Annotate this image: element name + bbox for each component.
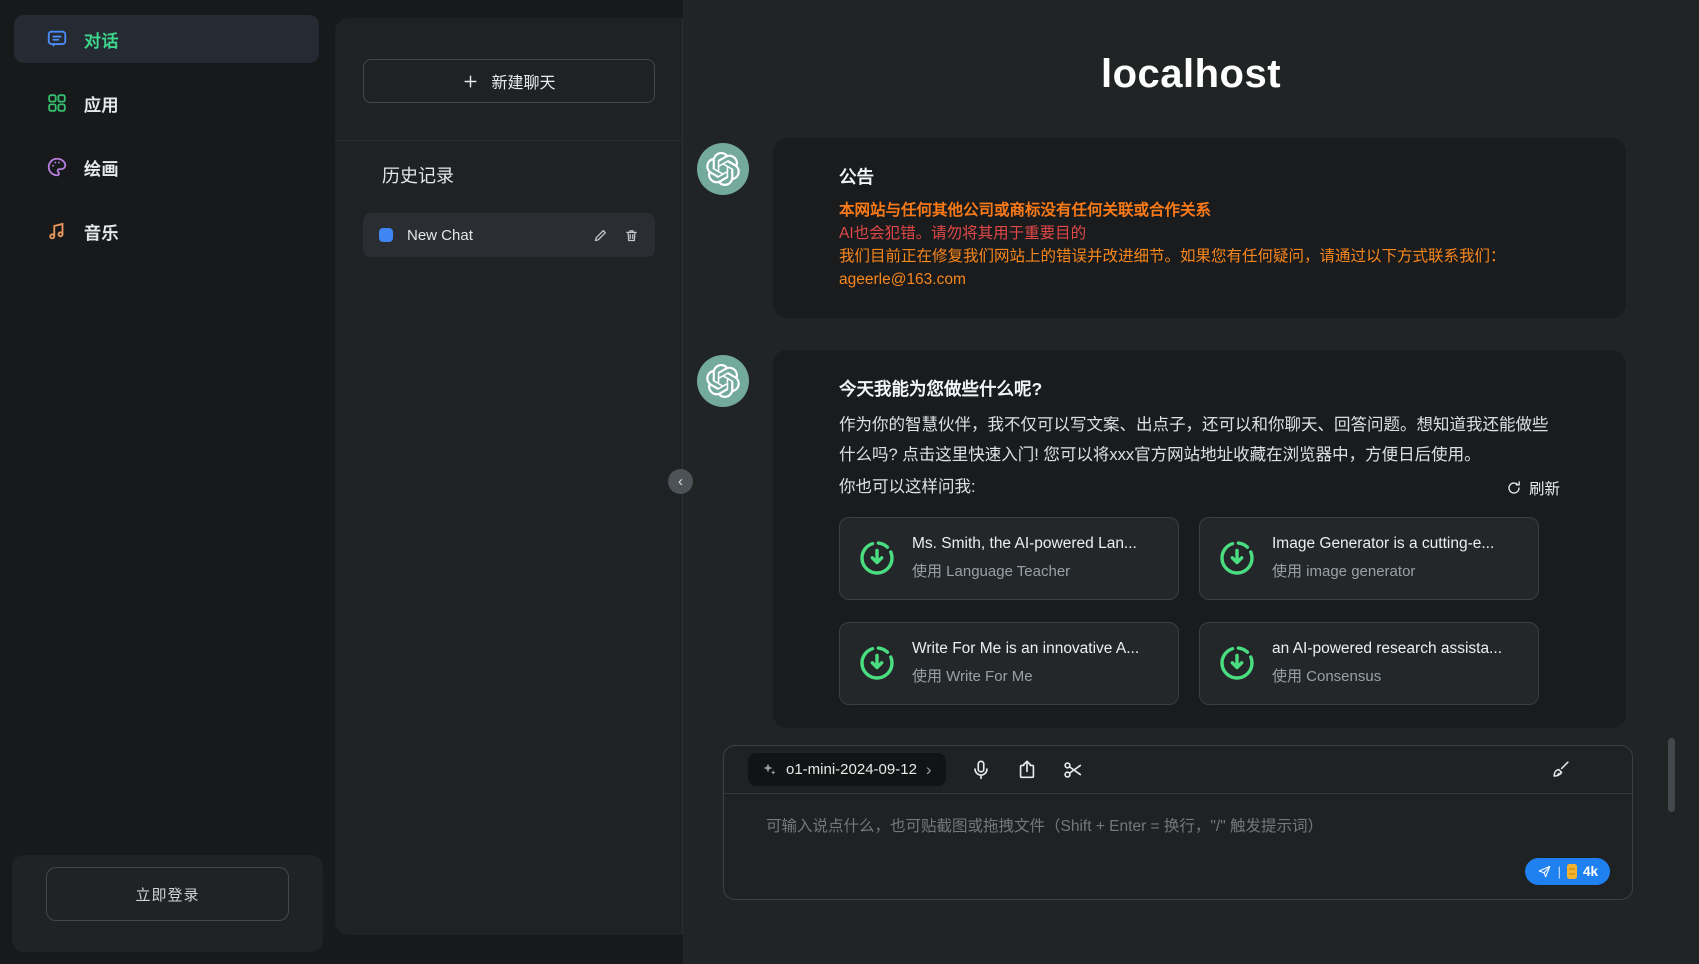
message-bubble: 今天我能为您做些什么呢? 作为你的智慧伙伴，我不仅可以写文案、出点子，还可以和你… — [773, 350, 1626, 728]
sidebar-item-chat[interactable]: 对话 — [14, 15, 319, 63]
suggestion-subtitle: 使用 Language Teacher — [912, 560, 1137, 581]
suggestion-card-text: Image Generator is a cutting-e... 使用 ima… — [1272, 535, 1494, 581]
chat-list-panel: 新建聊天 历史记录 New Chat — [335, 18, 683, 935]
sidebar-item-apps[interactable]: 应用 — [14, 79, 319, 127]
suggestion-subtitle: 使用 image generator — [1272, 560, 1494, 581]
microphone-button[interactable] — [970, 755, 992, 785]
badge-separator: | — [1558, 864, 1561, 879]
composer: o1-mini-2024-09-12 › — [723, 745, 1633, 900]
welcome-heading: 今天我能为您做些什么呢? — [839, 376, 1560, 401]
clear-chat-button[interactable] — [1550, 755, 1572, 785]
scissors-icon — [1062, 759, 1084, 781]
new-chat-button[interactable]: 新建聊天 — [363, 59, 655, 103]
suggestion-title: an AI-powered research assista... — [1272, 640, 1502, 658]
login-button[interactable]: 立即登录 — [46, 867, 289, 921]
token-count: 4k — [1583, 864, 1598, 879]
ask-row: 你也可以这样问我: 刷新 — [839, 473, 1560, 503]
chevron-right-icon: › — [926, 761, 932, 778]
sidebar-item-music[interactable]: 音乐 — [14, 207, 319, 255]
login-panel: 立即登录 — [12, 855, 323, 952]
apps-grid-icon — [46, 92, 68, 114]
notice-heading: 公告 — [839, 164, 1560, 189]
sidebar-item-label: 音乐 — [84, 219, 119, 244]
plugin-download-icon — [1217, 643, 1257, 683]
notice-line: 本网站与任何其他公司或商标没有任何关联或合作关系 — [839, 199, 1560, 222]
sidebar-item-drawing[interactable]: 绘画 — [14, 143, 319, 191]
suggestion-card-text: Ms. Smith, the AI-powered Lan... 使用 Lang… — [912, 535, 1137, 581]
music-note-icon — [46, 220, 68, 242]
edit-icon[interactable] — [593, 228, 608, 243]
notice-line: 我们目前正在修复我们网站上的错误并改进细节。如果您有任何疑问，请通过以下方式联系… — [839, 245, 1560, 268]
chat-bubble-icon — [46, 28, 68, 50]
suggestion-grid: Ms. Smith, the AI-powered Lan... 使用 Lang… — [839, 517, 1560, 705]
plugin-download-icon — [857, 538, 897, 578]
chat-color-swatch — [379, 228, 393, 242]
suggestion-card[interactable]: Ms. Smith, the AI-powered Lan... 使用 Lang… — [839, 517, 1179, 600]
plugin-download-icon — [1217, 538, 1257, 578]
plus-icon — [462, 73, 479, 90]
microphone-icon — [970, 759, 992, 781]
refresh-suggestions-button[interactable]: 刷新 — [1506, 477, 1560, 499]
contact-email-link[interactable]: ageerle@163.com — [839, 268, 1560, 291]
history-item[interactable]: New Chat — [363, 213, 655, 257]
suggestion-title: Image Generator is a cutting-e... — [1272, 535, 1494, 553]
scrollbar-thumb[interactable] — [1668, 738, 1675, 812]
new-chat-label: 新建聊天 — [491, 69, 555, 93]
composer-toolbar: o1-mini-2024-09-12 › — [724, 746, 1632, 794]
composer-body: | 4k — [724, 794, 1632, 899]
message-input[interactable] — [724, 794, 1632, 858]
notice-line: AI也会犯错。请勿将其用于重要目的 — [839, 222, 1560, 245]
welcome-body: 作为你的智慧伙伴，我不仅可以写文案、出点子，还可以和你聊天、回答问题。想知道我还… — [839, 411, 1560, 470]
palette-icon — [46, 156, 68, 178]
ask-hint: 你也可以这样问我: — [839, 473, 976, 503]
openai-logo-icon — [706, 152, 740, 186]
page-title: localhost — [683, 52, 1699, 97]
history-item-title: New Chat — [407, 227, 593, 244]
suggestion-title: Ms. Smith, the AI-powered Lan... — [912, 535, 1137, 553]
model-name: o1-mini-2024-09-12 — [786, 761, 917, 778]
send-button[interactable]: | 4k — [1525, 858, 1610, 885]
openai-logo-icon — [706, 364, 740, 398]
upload-button[interactable] — [1016, 755, 1038, 785]
model-selector[interactable]: o1-mini-2024-09-12 › — [748, 753, 946, 786]
chat-main: localhost 公告 本网站与任何其他公司或商标没有任何关联或合作关系 AI… — [683, 0, 1699, 964]
delete-icon[interactable] — [624, 228, 639, 243]
sidebar: 对话 应用 绘画 — [0, 0, 335, 964]
suggestion-card[interactable]: an AI-powered research assista... 使用 Con… — [1199, 622, 1539, 705]
broom-icon — [1550, 759, 1572, 781]
history-item-actions — [593, 228, 639, 243]
collapse-panel-button[interactable]: ‹ — [668, 469, 693, 494]
divider — [335, 140, 682, 141]
sidebar-item-label: 绘画 — [84, 155, 119, 180]
refresh-label: 刷新 — [1529, 477, 1560, 499]
assistant-avatar — [697, 355, 749, 407]
sidebar-item-label: 应用 — [84, 91, 119, 116]
send-plane-icon — [1537, 864, 1552, 879]
assistant-avatar — [697, 143, 749, 195]
app-root: 对话 应用 绘画 — [0, 0, 1699, 964]
suggestion-title: Write For Me is an innovative A... — [912, 640, 1139, 658]
sparkle-icon — [762, 762, 777, 777]
scissors-button[interactable] — [1062, 755, 1084, 785]
history-title: 历史记录 — [382, 162, 454, 188]
sidebar-nav: 对话 应用 绘画 — [14, 15, 319, 271]
message-bubble: 公告 本网站与任何其他公司或商标没有任何关联或合作关系 AI也会犯错。请勿将其用… — [773, 138, 1626, 318]
plugin-download-icon — [857, 643, 897, 683]
suggestion-card-text: an AI-powered research assista... 使用 Con… — [1272, 640, 1502, 686]
refresh-icon — [1506, 480, 1522, 496]
suggestion-card[interactable]: Write For Me is an innovative A... 使用 Wr… — [839, 622, 1179, 705]
suggestion-subtitle: 使用 Write For Me — [912, 665, 1139, 686]
suggestion-card[interactable]: Image Generator is a cutting-e... 使用 ima… — [1199, 517, 1539, 600]
token-coin-icon — [1567, 864, 1577, 879]
suggestion-subtitle: 使用 Consensus — [1272, 665, 1502, 686]
suggestion-card-text: Write For Me is an innovative A... 使用 Wr… — [912, 640, 1139, 686]
upload-icon — [1016, 759, 1038, 781]
sidebar-item-label: 对话 — [84, 27, 119, 52]
